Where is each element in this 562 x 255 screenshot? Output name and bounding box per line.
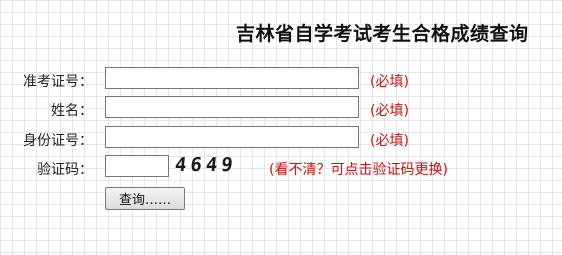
id-number-required-note: (必填) — [370, 133, 409, 149]
captcha-input[interactable] — [105, 155, 169, 177]
exam-number-label: 准考证号： — [23, 74, 93, 90]
name-label: 姓名： — [51, 103, 93, 119]
id-number-input[interactable] — [105, 126, 359, 148]
exam-number-required-note: (必填) — [370, 74, 409, 90]
page-title: 吉林省自学考试考生合格成绩查询 — [236, 23, 529, 45]
captcha-image[interactable]: 4649 — [174, 154, 238, 176]
exam-number-input[interactable] — [105, 67, 359, 89]
query-button[interactable]: 查询…… — [105, 187, 185, 210]
id-number-label: 身份证号： — [23, 133, 93, 149]
name-required-note: (必填) — [370, 103, 409, 119]
name-input[interactable] — [105, 96, 359, 118]
captcha-label: 验证码： — [37, 162, 93, 178]
captcha-refresh-hint[interactable]: (看不清？可点击验证码更换) — [269, 159, 448, 179]
